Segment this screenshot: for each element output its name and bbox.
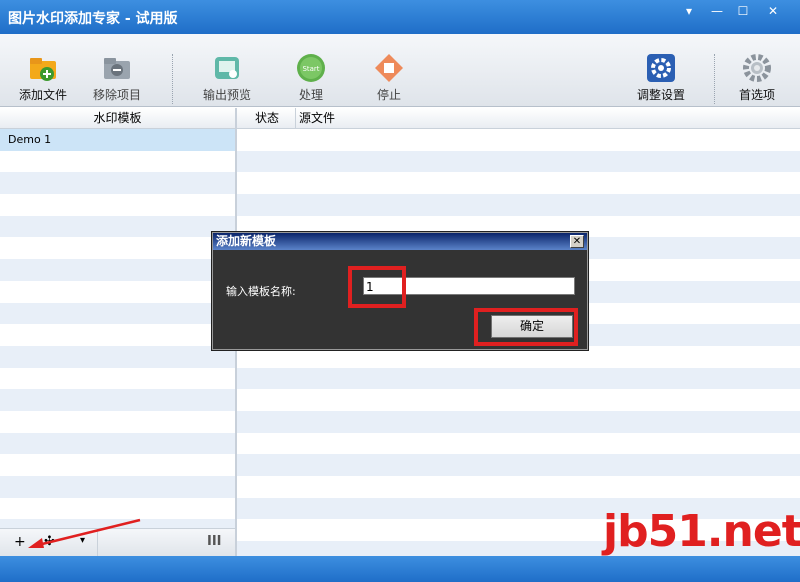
template-list-panel: 水印模板 Demo 1 + ✣ ▾ III (0, 108, 237, 556)
settings-label: 调整设置 (636, 88, 685, 102)
highlight-box-input (348, 266, 406, 308)
stop-button[interactable]: 停止 (354, 52, 424, 103)
close-button[interactable]: ✕ (760, 2, 786, 20)
stop-icon (373, 52, 405, 84)
empty-row (0, 411, 235, 433)
status-bar (0, 556, 800, 582)
empty-row (0, 215, 235, 238)
template-name-label: 输入模板名称: (226, 285, 296, 298)
preview-label: 输出预览 (202, 88, 251, 102)
columns-icon[interactable]: III (207, 534, 222, 549)
empty-row (0, 151, 235, 173)
highlight-box-ok (474, 308, 578, 346)
dialog-title: 添加新模板 (216, 234, 277, 248)
empty-row (237, 194, 800, 216)
process-button[interactable]: Start 处理 (276, 52, 346, 103)
empty-row (0, 345, 235, 368)
preview-icon (211, 52, 243, 84)
folder-add-icon (27, 52, 59, 84)
empty-row (237, 433, 800, 455)
toolbar: 添加文件 移除项目 输出预览 Start 处理 停止 调整设置 首选项 (0, 34, 800, 107)
empty-row (237, 172, 800, 194)
gear-icon (645, 52, 677, 84)
empty-row (0, 281, 235, 303)
dialog-close-button[interactable]: ✕ (570, 235, 584, 248)
empty-row (237, 410, 800, 433)
empty-row (237, 389, 800, 411)
empty-row (237, 454, 800, 476)
empty-row (237, 367, 800, 390)
window-title: 图片水印添加专家 - 试用版 (8, 11, 178, 27)
remove-item-button[interactable]: 移除项目 (82, 52, 152, 103)
column-status[interactable]: 状态 (255, 108, 279, 128)
remove-item-label: 移除项目 (92, 88, 141, 102)
empty-row (0, 454, 235, 476)
process-label: 处理 (298, 88, 323, 102)
options-label: 首选项 (738, 88, 775, 102)
empty-row (0, 389, 235, 411)
title-bar: 图片水印添加专家 - 试用版 ▾ — ☐ ✕ (0, 0, 800, 34)
empty-row (0, 302, 235, 325)
empty-row (0, 259, 235, 281)
minimize-button[interactable]: — (704, 2, 730, 20)
file-list-header: 状态 源文件 (237, 108, 800, 129)
start-icon: Start (295, 52, 327, 84)
empty-row (237, 476, 800, 498)
column-source-file[interactable]: 源文件 (299, 108, 335, 128)
empty-row (0, 432, 235, 455)
empty-row (0, 368, 235, 390)
column-divider (295, 108, 296, 128)
annotation-arrow (28, 518, 141, 548)
preview-button[interactable]: 输出预览 (192, 52, 262, 103)
stop-label: 停止 (376, 88, 401, 102)
toolbar-divider (172, 54, 174, 104)
empty-row (0, 324, 235, 346)
toolbar-divider (714, 54, 716, 104)
dialog-title-bar: 添加新模板 ✕ (213, 233, 587, 250)
list-item-label: Demo 1 (8, 133, 52, 146)
template-list-header: 水印模板 (0, 108, 235, 129)
watermark-logo: jb51.net (603, 506, 800, 557)
options-gear-icon (741, 52, 773, 84)
empty-row (0, 172, 235, 195)
empty-row (0, 194, 235, 216)
empty-row (0, 237, 235, 259)
menu-icon[interactable]: ▾ (676, 2, 702, 20)
folder-remove-icon (101, 52, 133, 84)
list-item[interactable]: Demo 1 (0, 129, 235, 151)
empty-row (237, 150, 800, 173)
empty-row (0, 476, 235, 498)
maximize-button[interactable]: ☐ (730, 2, 756, 20)
options-button[interactable]: 首选项 (722, 52, 792, 103)
add-file-button[interactable]: 添加文件 (8, 52, 78, 103)
empty-row (237, 129, 800, 151)
settings-button[interactable]: 调整设置 (626, 52, 696, 103)
svg-text:Start: Start (302, 65, 319, 73)
add-file-label: 添加文件 (18, 88, 67, 102)
